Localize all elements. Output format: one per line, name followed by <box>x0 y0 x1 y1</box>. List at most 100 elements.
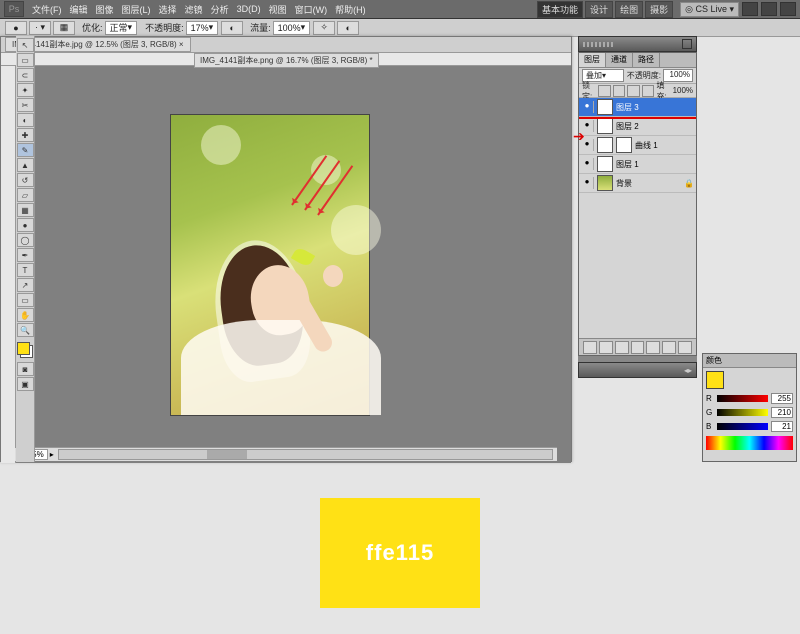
dodge-tool-icon[interactable]: ◯ <box>17 233 34 247</box>
layer-name[interactable]: 图层 1 <box>616 159 639 170</box>
menu-edit[interactable]: 编辑 <box>70 3 88 16</box>
layer-item[interactable]: ● 图层 1 <box>579 155 696 174</box>
menu-analysis[interactable]: 分析 <box>211 3 229 16</box>
layer-thumbnail[interactable] <box>597 156 613 172</box>
paths-tab[interactable]: 路径 <box>633 53 660 67</box>
g-value[interactable]: 210 <box>771 407 793 418</box>
marquee-tool-icon[interactable]: ▭ <box>17 53 34 67</box>
panel-header[interactable] <box>578 36 697 52</box>
window-min-icon[interactable] <box>742 2 758 16</box>
b-slider[interactable] <box>717 423 768 430</box>
menu-image[interactable]: 图像 <box>96 3 114 16</box>
brush-preset-icon[interactable]: ● <box>5 21 27 35</box>
layer-thumbnail[interactable] <box>597 137 613 153</box>
layer-item[interactable]: ● 背景 🔒 <box>579 174 696 193</box>
layers-tab[interactable]: 图层 <box>579 53 606 67</box>
delete-layer-icon[interactable] <box>678 341 692 354</box>
history-brush-icon[interactable]: ↺ <box>17 173 34 187</box>
layer-item[interactable]: ● 曲线 1 <box>579 136 696 155</box>
brush-panel-icon[interactable]: ▦ <box>53 21 75 35</box>
visibility-icon[interactable]: ● <box>581 158 594 170</box>
layer-thumbnail[interactable] <box>597 175 613 191</box>
menu-help[interactable]: 帮助(H) <box>335 3 366 16</box>
color-panel-swatch[interactable] <box>706 371 724 389</box>
window-max-icon[interactable] <box>761 2 777 16</box>
menu-view[interactable]: 视图 <box>269 3 287 16</box>
menu-filter[interactable]: 滤镜 <box>185 3 203 16</box>
menu-3d[interactable]: 3D(D) <box>237 4 261 14</box>
layer-name[interactable]: 图层 2 <box>616 121 639 132</box>
r-slider[interactable] <box>717 395 768 402</box>
layer-thumbnail[interactable] <box>597 118 613 134</box>
b-value[interactable]: 21 <box>771 421 793 432</box>
flow-field[interactable]: 100% ▾ <box>273 21 311 35</box>
opacity-field[interactable]: 17% ▾ <box>186 21 219 35</box>
wand-tool-icon[interactable]: ✦ <box>17 83 34 97</box>
lock-transparency-icon[interactable] <box>598 85 611 97</box>
workspace-design-tab[interactable]: 设计 <box>585 1 613 18</box>
stamp-tool-icon[interactable]: ▲ <box>17 158 34 172</box>
opacity-pressure-icon[interactable]: ◐ <box>221 21 243 35</box>
airbrush-icon[interactable]: ✧ <box>313 21 335 35</box>
menu-layer[interactable]: 图层(L) <box>122 3 151 16</box>
adjustment-layer-icon[interactable] <box>631 341 645 354</box>
lock-pixels-icon[interactable] <box>613 85 626 97</box>
layer-name[interactable]: 背景 <box>616 178 632 189</box>
visibility-icon[interactable]: ● <box>581 101 594 113</box>
lock-all-icon[interactable] <box>642 85 655 97</box>
status-info-icon[interactable]: ▸ <box>50 450 54 459</box>
layer-name[interactable]: 图层 3 <box>616 102 639 113</box>
crop-tool-icon[interactable]: ✂ <box>17 98 34 112</box>
foreground-color-swatch[interactable] <box>17 342 30 355</box>
channels-tab[interactable]: 通道 <box>606 53 633 67</box>
lasso-tool-icon[interactable]: ⊂ <box>17 68 34 82</box>
canvas-area[interactable] <box>16 66 571 463</box>
window-close-icon[interactable] <box>780 2 796 16</box>
color-spectrum[interactable] <box>706 436 793 450</box>
r-value[interactable]: 255 <box>771 393 793 404</box>
layer-group-icon[interactable] <box>646 341 660 354</box>
path-tool-icon[interactable]: ↗ <box>17 278 34 292</box>
workspace-basic-tab[interactable]: 基本功能 <box>537 1 583 18</box>
brush-tool-icon[interactable]: ✎ <box>17 143 34 157</box>
layer-fill-field[interactable]: 100% <box>673 86 693 95</box>
g-slider[interactable] <box>717 409 768 416</box>
mask-thumbnail[interactable] <box>616 137 632 153</box>
layer-thumbnail[interactable] <box>597 99 613 115</box>
horizontal-scrollbar[interactable] <box>58 449 553 460</box>
layer-name[interactable]: 曲线 1 <box>635 140 658 151</box>
quickmask-icon[interactable]: ◙ <box>17 362 34 376</box>
hand-tool-icon[interactable]: ✋ <box>17 308 34 322</box>
brush-size-dropdown[interactable]: · ▾ <box>29 21 51 35</box>
menu-file[interactable]: 文件(F) <box>32 3 62 16</box>
lock-position-icon[interactable] <box>627 85 640 97</box>
visibility-icon[interactable]: ● <box>581 177 594 189</box>
link-layers-icon[interactable] <box>583 341 597 354</box>
menu-select[interactable]: 选择 <box>159 3 177 16</box>
color-tab[interactable]: 颜色 <box>706 355 722 366</box>
heal-tool-icon[interactable]: ✚ <box>17 128 34 142</box>
gradient-tool-icon[interactable]: ▦ <box>17 203 34 217</box>
blur-tool-icon[interactable]: ● <box>17 218 34 232</box>
workspace-paint-tab[interactable]: 绘图 <box>615 1 643 18</box>
zoom-tool-icon[interactable]: 🔍 <box>17 323 34 337</box>
layer-style-icon[interactable] <box>599 341 613 354</box>
shape-tool-icon[interactable]: ▭ <box>17 293 34 307</box>
move-tool-icon[interactable]: ↖ <box>17 38 34 52</box>
screenmode-icon[interactable]: ▣ <box>17 377 34 391</box>
workspace-photo-tab[interactable]: 摄影 <box>645 1 673 18</box>
layer-item[interactable]: ● 图层 2 <box>579 117 696 136</box>
pen-tool-icon[interactable]: ✒ <box>17 248 34 262</box>
layer-mask-icon[interactable] <box>615 341 629 354</box>
collapse-icon[interactable] <box>682 39 692 49</box>
secondary-document-tab[interactable]: IMG_4141副本e.png @ 16.7% (图层 3, RGB/8) * <box>194 53 379 68</box>
cs-live-button[interactable]: ◎ CS Live ▾ <box>680 2 739 17</box>
color-swatches[interactable] <box>17 342 33 358</box>
eyedropper-tool-icon[interactable]: ◐ <box>17 113 34 127</box>
eraser-tool-icon[interactable]: ▱ <box>17 188 34 202</box>
type-tool-icon[interactable]: T <box>17 263 34 277</box>
collapsed-panel[interactable]: ◂▸ <box>578 362 697 378</box>
menu-window[interactable]: 窗口(W) <box>295 3 328 16</box>
new-layer-icon[interactable] <box>662 341 676 354</box>
layer-item[interactable]: ● 图层 3 <box>579 98 696 117</box>
